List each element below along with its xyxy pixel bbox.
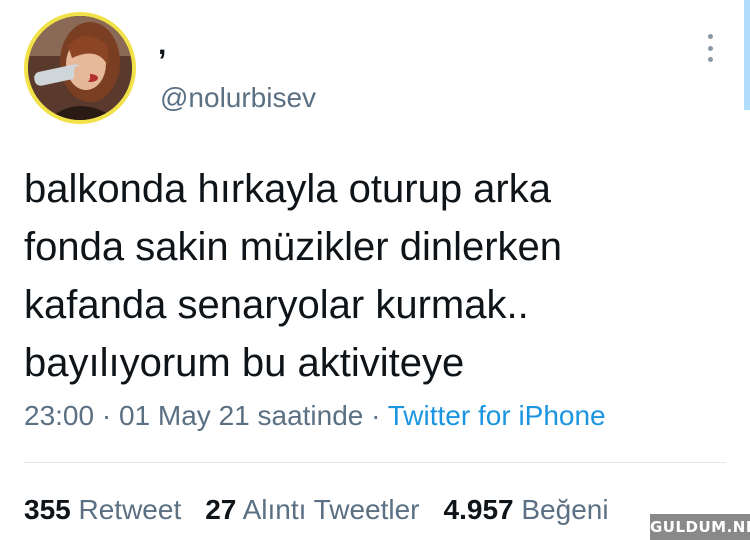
tweet-meta: 23:00 · 01 May 21 saatinde · Twitter for… [24, 398, 606, 434]
tweet-source-link[interactable]: Twitter for iPhone [388, 400, 606, 431]
more-vertical-icon[interactable] [698, 30, 722, 66]
divider [24, 462, 726, 463]
quotes-count: 27 [205, 494, 237, 525]
tweet-time[interactable]: 23:00 [24, 400, 94, 431]
retweets-label: Retweet [78, 494, 182, 525]
tweet-card: , @nolurbisev balkonda hırkayla oturup a… [0, 0, 750, 540]
likes-stat[interactable]: 4.957 Beğeni [444, 494, 609, 525]
likes-label: Beğeni [521, 494, 609, 525]
separator: · [371, 400, 381, 431]
quotes-stat[interactable]: 27 Alıntı Tweetler [205, 494, 419, 525]
tweet-line: bayılıyorum bu aktiviteye [24, 341, 465, 385]
separator: · [101, 400, 112, 431]
dot [707, 57, 713, 62]
display-name[interactable]: , [158, 28, 166, 62]
scrollbar[interactable] [744, 0, 750, 110]
retweets-count: 355 [24, 494, 71, 525]
tweet-line: kafanda senaryolar kurmak.. [24, 283, 529, 327]
dot [707, 45, 713, 51]
tweet-date[interactable]: 01 May 21 saatinde [119, 400, 363, 431]
tweet-line: balkonda hırkayla oturup arka [24, 167, 551, 211]
user-handle[interactable]: @nolurbisev [160, 82, 316, 114]
tweet-text: balkonda hırkayla oturup arka fonda saki… [24, 160, 724, 392]
likes-count: 4.957 [443, 494, 514, 525]
tweet-line: fonda sakin müzikler dinlerken [24, 225, 563, 269]
avatar[interactable] [24, 12, 136, 124]
tweet-stats: 355 Retweet 27 Alıntı Tweetler 4.957 Beğen… [24, 490, 609, 530]
retweets-stat[interactable]: 355 Retweet [24, 494, 181, 525]
watermark: GULDUM.NET [650, 514, 750, 540]
dot [707, 34, 713, 39]
quotes-label: Alıntı Tweetler [242, 494, 420, 525]
profile-photo [28, 16, 132, 120]
